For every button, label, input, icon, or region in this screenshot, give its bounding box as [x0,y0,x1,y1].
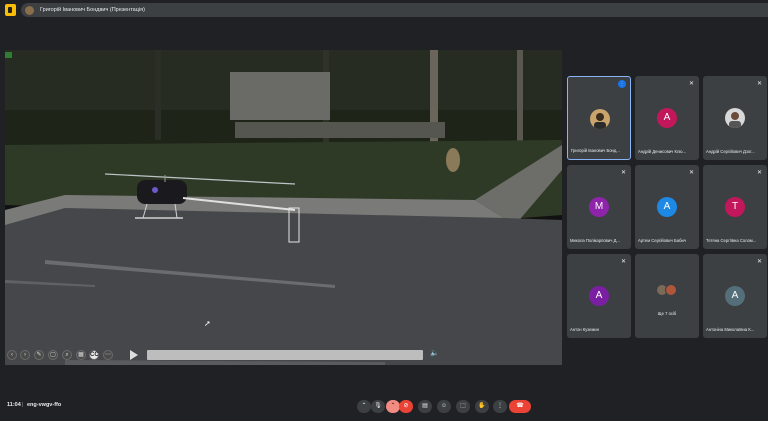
image-icon[interactable]: ▢ [48,350,58,360]
zoom-icon[interactable]: ⌕ [62,350,72,360]
participant-tile[interactable]: A Антон Куземин ✕ [567,254,631,338]
player-controls: ‹ › ✎ ▢ ⌕ ▦ CC ⋯ 🔈 [5,347,562,365]
recording-badge [5,52,12,58]
presenter-label: Григорій Іванович Бондвич (Презентація) [40,7,145,13]
grid-icon[interactable]: ▦ [76,350,86,360]
presenter-avatar [25,5,34,15]
raise-hand-icon[interactable]: ✋ [475,400,489,413]
prev-icon[interactable]: ‹ [7,350,17,360]
meet-window: Григорій Іванович Бондвич (Презентація) [0,0,768,421]
app-logo-icon [5,4,16,16]
avatar [725,108,745,128]
participant-name: Андрій Денисович Клю... [638,149,687,154]
captions-icon[interactable]: ▤ [418,400,432,413]
participant-tile[interactable]: A Антоніна Миколаївна К... ✕ [703,254,767,338]
leave-call-button[interactable]: ☎ [509,400,531,413]
group-avatars [656,284,680,296]
avatar: M [589,197,609,217]
pen-icon[interactable]: ✎ [34,350,44,360]
presentation-stage[interactable]: ➚ ‹ › ✎ ▢ ⌕ ▦ CC ⋯ 🔈 [5,50,562,365]
mic-off-icon: ✕ [620,259,626,265]
clock: 11:04 [7,402,21,408]
camera-off-icon[interactable]: ⊘ [399,400,413,413]
participant-tile[interactable]: Ще 7 осіб [635,254,699,338]
participant-tile[interactable]: Андрій Сергійович Дзог... ✕ [703,76,767,160]
more-menu-icon[interactable]: ⋮ [493,400,507,413]
avatar [665,284,677,296]
mic-off-icon: ✕ [756,259,762,265]
participant-name: Антон Куземин [570,327,600,332]
avatar: T [725,197,745,217]
avatar: A [657,197,677,217]
participant-tile[interactable]: A Андрій Денисович Клю... ✕ [635,76,699,160]
separator: | [22,402,24,408]
video-frame [5,50,562,365]
bottom-bar: 11:04 | eng-vwgv-ffo ⌃ 🎙 ⌃ ⊘ ▤ ☺ ⬚ ✋ ⋮ ☎ [0,396,768,421]
avatar: A [657,108,677,128]
participant-tile[interactable]: M Микола Полікарпович Д... ✕ [567,165,631,249]
participant-name: Андрій Сергійович Дзог... [706,149,755,154]
meeting-code: eng-vwgv-ffo [27,402,62,408]
avatar: A [589,286,609,306]
participant-name: Артем Сергійович Бабич [638,238,686,243]
participant-tile[interactable]: T Тетяна Сергіївна Солом... ✕ [703,165,767,249]
participant-tile[interactable]: A Артем Сергійович Бабич ✕ [635,165,699,249]
avatar: A [725,286,745,306]
participant-name: Тетяна Сергіївна Солом... [706,238,757,243]
participant-name: Григорій Іванович Бонд... [571,148,620,153]
mic-off-icon: ✕ [620,170,626,176]
mic-off-icon: ✕ [688,170,694,176]
emoji-icon[interactable]: ☺ [437,400,451,413]
present-screen-icon[interactable]: ⬚ [456,400,470,413]
speaking-indicator-icon: ⋮ [618,80,626,88]
captions-button[interactable]: CC [89,350,99,360]
mouse-cursor-icon: ➚ [204,319,211,328]
participant-name: Микола Полікарпович Д... [570,238,620,243]
participant-name: Ще 7 осіб [657,311,677,316]
next-icon[interactable]: › [20,350,30,360]
camera-options-icon[interactable]: ⌃ [386,400,400,413]
avatar [590,109,610,129]
video-progress-bar[interactable] [147,350,423,360]
participant-name: Антоніна Миколаївна К... [706,327,755,332]
mic-off-icon: ✕ [756,170,762,176]
volume-icon[interactable]: 🔈 [430,349,439,357]
presenter-indicator[interactable]: Григорій Іванович Бондвич (Презентація) [21,3,768,17]
play-icon[interactable] [130,350,138,360]
top-bar: Григорій Іванович Бондвич (Презентація) [0,0,768,20]
mic-icon[interactable]: 🎙 [371,400,385,413]
mic-off-icon: ✕ [688,81,694,87]
more-options-icon[interactable]: ⋯ [103,350,113,360]
participant-tile[interactable]: Григорій Іванович Бонд... ⋮ [567,76,631,160]
mic-options-icon[interactable]: ⌃ [357,400,371,413]
mic-off-icon: ✕ [756,81,762,87]
